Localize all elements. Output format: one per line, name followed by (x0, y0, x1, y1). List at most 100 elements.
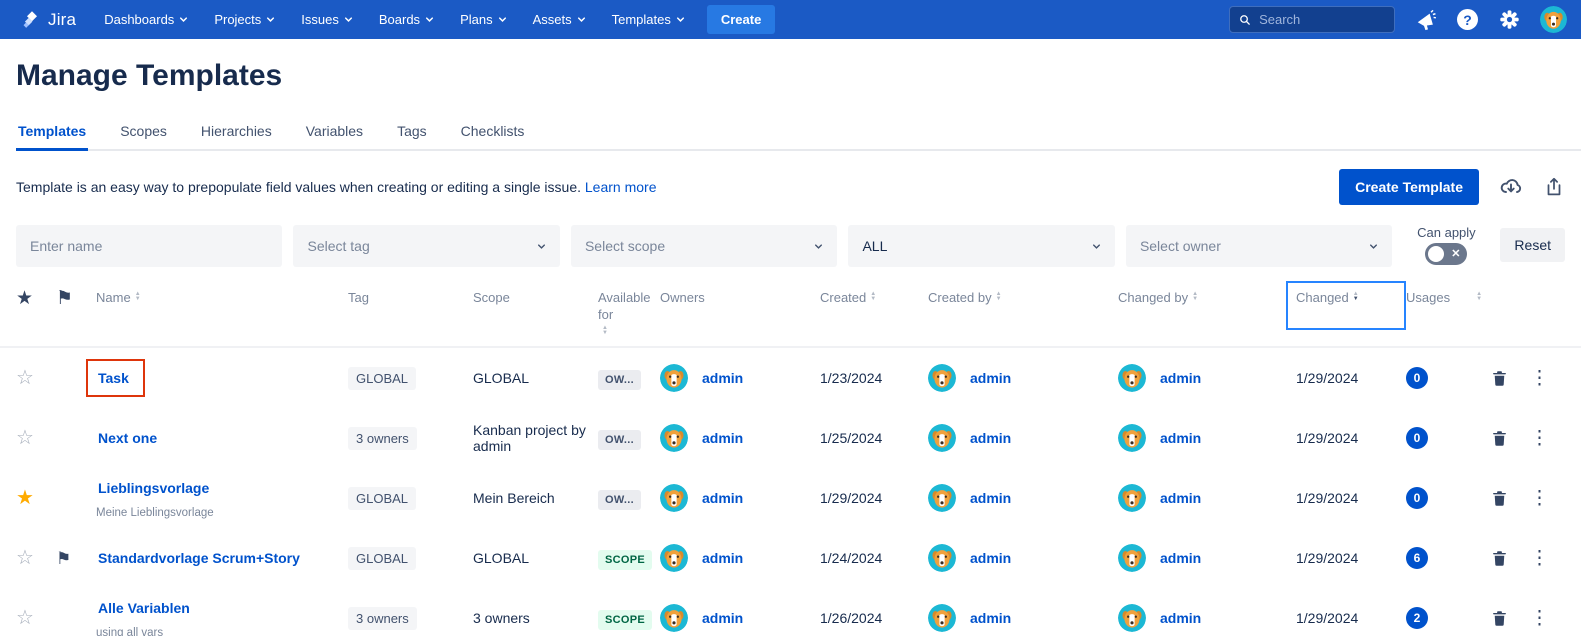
created-by-cell: admin (928, 424, 1118, 452)
owner-link[interactable]: admin (702, 610, 743, 626)
tab-tags[interactable]: Tags (395, 117, 429, 149)
owner-avatar[interactable] (660, 544, 688, 572)
changed-by-link[interactable]: admin (1160, 430, 1201, 446)
owner-link[interactable]: admin (702, 490, 743, 506)
header-usages[interactable]: Usages▲▼ (1406, 289, 1490, 306)
create-button[interactable]: Create (707, 5, 775, 34)
created-by-avatar[interactable] (928, 484, 956, 512)
user-avatar[interactable] (1540, 6, 1567, 33)
jira-logo[interactable]: Jira (22, 10, 76, 30)
owner-link[interactable]: admin (702, 370, 743, 386)
owner-filter-select[interactable]: Select owner (1126, 225, 1392, 267)
tab-variables[interactable]: Variables (304, 117, 365, 149)
header-name[interactable]: Name▲▼ (96, 289, 348, 306)
delete-trash-icon[interactable] (1490, 429, 1530, 448)
template-name-link[interactable]: Standardvorlage Scrum+Story (98, 550, 300, 566)
can-apply-toggle[interactable]: ✕ (1425, 243, 1467, 265)
delete-trash-icon[interactable] (1490, 549, 1530, 568)
row-star-icon[interactable]: ☆ (16, 548, 56, 568)
template-name-link[interactable]: Lieblingsvorlage (98, 480, 209, 496)
owner-avatar[interactable] (660, 424, 688, 452)
created-by-avatar[interactable] (928, 544, 956, 572)
tab-hierarchies[interactable]: Hierarchies (199, 117, 274, 149)
created-by-link[interactable]: admin (970, 370, 1011, 386)
created-by-avatar[interactable] (928, 424, 956, 452)
owner-avatar[interactable] (660, 484, 688, 512)
search-box[interactable] (1229, 6, 1395, 33)
scope-filter-select[interactable]: Select scope (571, 225, 837, 267)
announcements-icon[interactable] (1415, 9, 1437, 31)
changed-by-link[interactable]: admin (1160, 370, 1201, 386)
can-apply-group: Can apply ✕ (1403, 225, 1489, 265)
owner-avatar[interactable] (660, 364, 688, 392)
delete-trash-icon[interactable] (1490, 609, 1530, 628)
flag-header-icon[interactable]: ⚑ (56, 289, 96, 308)
nav-item-boards[interactable]: Boards (379, 12, 434, 27)
more-options-kebab-icon[interactable]: ⋮ (1530, 609, 1562, 628)
changed-by-avatar[interactable] (1118, 544, 1146, 572)
tab-checklists[interactable]: Checklists (459, 117, 527, 149)
row-star-icon[interactable]: ☆ (16, 368, 56, 388)
template-name-link[interactable]: Next one (98, 430, 157, 446)
delete-trash-icon[interactable] (1490, 489, 1530, 508)
export-share-icon[interactable] (1543, 176, 1565, 198)
settings-gear-icon[interactable] (1498, 9, 1520, 31)
search-input[interactable] (1259, 12, 1385, 27)
created-by-link[interactable]: admin (970, 550, 1011, 566)
tab-scopes[interactable]: Scopes (118, 117, 169, 149)
header-scope: Scope (473, 289, 598, 306)
changed-by-avatar[interactable] (1118, 604, 1146, 632)
created-by-avatar[interactable] (928, 364, 956, 392)
more-options-kebab-icon[interactable]: ⋮ (1530, 489, 1562, 508)
help-icon[interactable]: ? (1457, 9, 1478, 30)
more-options-kebab-icon[interactable]: ⋮ (1530, 549, 1562, 568)
more-options-kebab-icon[interactable]: ⋮ (1530, 429, 1562, 448)
changed-by-cell: admin (1118, 484, 1296, 512)
nav-item-templates[interactable]: Templates (612, 12, 685, 27)
header-created[interactable]: Created▲▼ (820, 289, 928, 306)
tab-templates[interactable]: Templates (16, 117, 88, 149)
created-by-link[interactable]: admin (970, 610, 1011, 626)
owner-link[interactable]: admin (702, 430, 743, 446)
header-changed[interactable]: Changed▲▼ (1286, 281, 1406, 330)
tag-filter-select[interactable]: Select tag (293, 225, 559, 267)
reset-button[interactable]: Reset (1500, 228, 1565, 262)
star-header-icon[interactable]: ★ (16, 289, 56, 308)
changed-by-avatar[interactable] (1118, 484, 1146, 512)
sort-icon: ▲▼ (996, 292, 1002, 302)
changed-by-link[interactable]: admin (1160, 490, 1201, 506)
type-filter-select[interactable]: ALL (848, 225, 1114, 267)
create-template-button[interactable]: Create Template (1339, 169, 1479, 205)
template-name-link[interactable]: Task (98, 370, 129, 386)
row-star-icon[interactable]: ☆ (16, 428, 56, 448)
name-filter[interactable] (16, 225, 282, 267)
nav-item-assets[interactable]: Assets (533, 12, 586, 27)
header-created-by[interactable]: Created by▲▼ (928, 289, 1118, 306)
header-available-for[interactable]: Available for▲▼ (598, 289, 660, 336)
changed-by-avatar[interactable] (1118, 364, 1146, 392)
changed-by-avatar[interactable] (1118, 424, 1146, 452)
delete-trash-icon[interactable] (1490, 369, 1530, 388)
import-cloud-icon[interactable] (1499, 175, 1523, 199)
nav-item-issues[interactable]: Issues (301, 12, 353, 27)
row-star-icon[interactable]: ☆ (16, 608, 56, 628)
template-name-link[interactable]: Alle Variablen (98, 600, 190, 616)
chevron-down-icon (577, 15, 586, 24)
changed-by-link[interactable]: admin (1160, 610, 1201, 626)
created-by-cell: admin (928, 484, 1118, 512)
more-options-kebab-icon[interactable]: ⋮ (1530, 369, 1562, 388)
learn-more-link[interactable]: Learn more (585, 179, 657, 195)
name-filter-input[interactable] (30, 238, 268, 254)
created-by-link[interactable]: admin (970, 430, 1011, 446)
row-star-icon[interactable]: ★ (16, 488, 56, 508)
created-by-avatar[interactable] (928, 604, 956, 632)
owner-avatar[interactable] (660, 604, 688, 632)
owner-link[interactable]: admin (702, 550, 743, 566)
nav-item-projects[interactable]: Projects (214, 12, 275, 27)
changed-by-link[interactable]: admin (1160, 550, 1201, 566)
header-changed-by[interactable]: Changed by▲▼ (1118, 289, 1296, 306)
created-by-link[interactable]: admin (970, 490, 1011, 506)
nav-item-plans[interactable]: Plans (460, 12, 507, 27)
row-flag-icon[interactable]: ⚑ (56, 550, 96, 567)
nav-item-dashboards[interactable]: Dashboards (104, 12, 188, 27)
